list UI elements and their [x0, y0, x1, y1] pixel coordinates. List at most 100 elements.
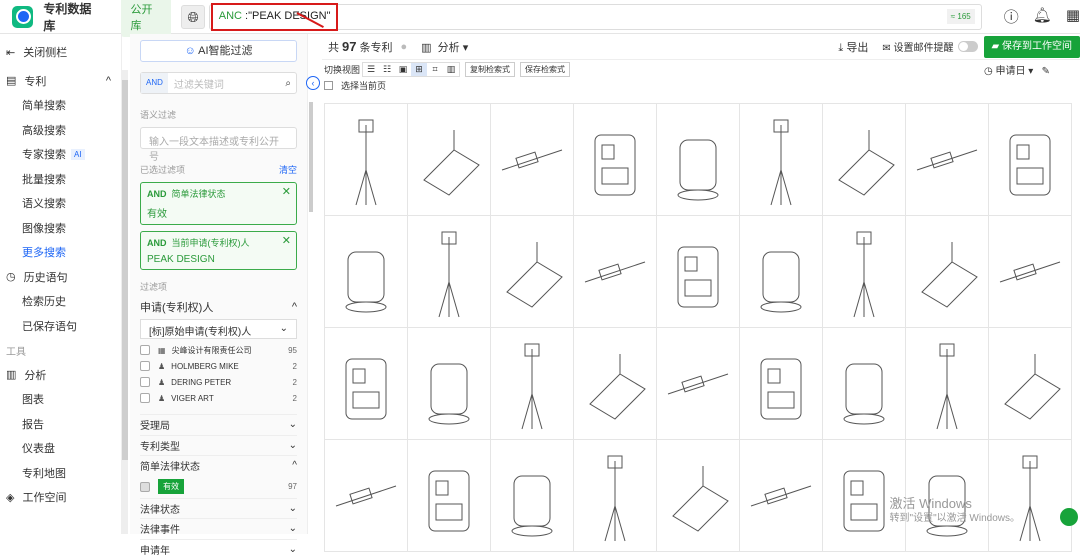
patent-drawing-thumbnail[interactable] — [823, 328, 906, 440]
applicant-type-select[interactable]: [标]原始申请(专利权)人⌄ — [140, 319, 297, 339]
and-toggle[interactable]: AND — [141, 73, 168, 93]
panel-scrollbar[interactable] — [309, 102, 313, 212]
patent-drawing-thumbnail[interactable] — [906, 104, 989, 216]
nav-search-history[interactable]: 检索历史 — [0, 289, 121, 314]
save-workspace-button[interactable]: ▰ 保存到工作空间 — [984, 36, 1080, 58]
collapse-panel-button[interactable]: ‹ — [306, 76, 320, 90]
apps-grid-icon[interactable]: ▦ — [1066, 6, 1080, 27]
applicant-section-header[interactable]: 申请(专利权)人^ — [140, 299, 297, 315]
patent-drawing-thumbnail[interactable] — [906, 328, 989, 440]
patent-drawing-thumbnail[interactable] — [574, 440, 657, 552]
nav-simple-search[interactable]: 简单搜索 — [0, 93, 121, 118]
patent-drawing-thumbnail[interactable] — [657, 440, 740, 552]
list-view-icon[interactable]: ☰ — [363, 63, 379, 76]
patent-drawing-thumbnail[interactable] — [408, 328, 491, 440]
patent-drawing-thumbnail[interactable] — [491, 104, 574, 216]
checkbox[interactable] — [140, 345, 150, 355]
patent-drawing-thumbnail[interactable] — [657, 216, 740, 328]
detail-view-icon[interactable]: ☷ — [379, 63, 395, 76]
patent-drawing-thumbnail[interactable] — [325, 440, 408, 552]
grid-view-icon[interactable]: ⊞ — [411, 63, 427, 76]
nav-expert-search[interactable]: 专家搜索AI — [0, 142, 121, 167]
save-query-button[interactable]: 保存检索式 — [520, 62, 570, 77]
patent-drawing-thumbnail[interactable] — [408, 216, 491, 328]
help-icon[interactable]: ⓘ — [1004, 6, 1019, 27]
patent-drawing-thumbnail[interactable] — [989, 216, 1072, 328]
patent-drawing-thumbnail[interactable] — [574, 216, 657, 328]
checkbox[interactable] — [324, 81, 333, 90]
nav-more-search[interactable]: 更多搜索 — [0, 240, 121, 265]
library-badge[interactable]: 公开库 — [121, 0, 171, 37]
search-icon[interactable]: ⌕ — [285, 78, 291, 89]
ai-filter-button[interactable]: ☺ AI智能过滤 — [140, 40, 297, 62]
checkbox[interactable] — [140, 361, 150, 371]
copy-query-button[interactable]: 复制检索式 — [465, 62, 515, 77]
nav-reports[interactable]: 报告 — [0, 412, 121, 437]
patent-drawing-thumbnail[interactable] — [906, 216, 989, 328]
nav-batch-search[interactable]: 批量搜索 — [0, 167, 121, 192]
filter-section-year[interactable]: 申请年⌄ — [140, 539, 297, 559]
search-input[interactable]: ANC :"PEAK DESIGN" ≈ 165 — [209, 4, 982, 30]
patent-drawing-thumbnail[interactable] — [325, 104, 408, 216]
patent-drawing-thumbnail[interactable] — [325, 216, 408, 328]
patent-drawing-thumbnail[interactable] — [989, 328, 1072, 440]
compare-view-icon[interactable]: ⌗ — [427, 63, 443, 76]
nav-patent[interactable]: ▤专利^ — [0, 69, 121, 94]
nav-analysis[interactable]: ▥分析 — [0, 363, 121, 388]
applicant-option[interactable]: ▦尖峰设计有限责任公司95 — [140, 342, 297, 358]
patent-drawing-thumbnail[interactable] — [823, 216, 906, 328]
export-button[interactable]: ⤓ 导出 — [838, 39, 868, 55]
applicant-option[interactable]: ♟DERING PETER2 — [140, 374, 297, 390]
nav-dashboard[interactable]: 仪表盘 — [0, 436, 121, 461]
patent-drawing-thumbnail[interactable] — [574, 328, 657, 440]
patent-drawing-thumbnail[interactable] — [989, 104, 1072, 216]
patent-drawing-thumbnail[interactable] — [740, 216, 823, 328]
patent-drawing-thumbnail[interactable] — [740, 328, 823, 440]
filter-section-type[interactable]: 专利类型⌄ — [140, 435, 297, 456]
analysis-dropdown[interactable]: ▥ 分析 ▾ — [421, 39, 468, 55]
patent-drawing-thumbnail[interactable] — [740, 440, 823, 552]
filter-section-legal-event[interactable]: 法律事件⌄ — [140, 518, 297, 539]
filter-section-office[interactable]: 受理局⌄ — [140, 414, 297, 435]
patent-drawing-thumbnail[interactable] — [657, 328, 740, 440]
checkbox[interactable] — [140, 377, 150, 387]
patent-drawing-thumbnail[interactable] — [574, 104, 657, 216]
nav-workspace[interactable]: ◈工作空间 — [0, 485, 121, 510]
patent-drawing-thumbnail[interactable] — [823, 104, 906, 216]
patent-drawing-thumbnail[interactable] — [491, 216, 574, 328]
chart-view-icon[interactable]: ▥ — [443, 63, 459, 76]
globe-icon[interactable]: 🌐︎ — [181, 5, 204, 29]
patent-drawing-thumbnail[interactable] — [408, 440, 491, 552]
chat-button[interactable] — [1060, 508, 1078, 526]
nav-semantic-search[interactable]: 语义搜索 — [0, 191, 121, 216]
clear-filters-link[interactable]: 清空 — [279, 163, 297, 176]
patent-drawing-thumbnail[interactable] — [740, 104, 823, 216]
checkbox[interactable] — [140, 482, 150, 492]
applicant-option[interactable]: ♟HOLMBERG MIKE2 — [140, 358, 297, 374]
nav-patent-map[interactable]: 专利地图 — [0, 461, 121, 486]
sort-dropdown[interactable]: ◷ 申请日 ▾ ✎ — [984, 62, 1050, 77]
patent-drawing-thumbnail[interactable] — [408, 104, 491, 216]
nav-image-search[interactable]: 图像搜索 — [0, 216, 121, 241]
nav-advanced-search[interactable]: 高级搜索 — [0, 118, 121, 143]
filter-section-legal-status[interactable]: 简单法律状态^ — [140, 455, 297, 476]
checkbox[interactable] — [140, 393, 150, 403]
nav-saved-queries[interactable]: 已保存语句 — [0, 314, 121, 339]
patent-drawing-thumbnail[interactable] — [491, 328, 574, 440]
nav-charts[interactable]: 图表 — [0, 387, 121, 412]
close-icon[interactable]: ✕ — [282, 234, 291, 247]
patent-drawing-thumbnail[interactable] — [657, 104, 740, 216]
filter-section-legal-state[interactable]: 法律状态⌄ — [140, 498, 297, 519]
applicant-option[interactable]: ♟VIGER ART2 — [140, 390, 297, 406]
select-page-checkbox[interactable]: 选择当前页 — [322, 78, 1080, 92]
patent-drawing-thumbnail[interactable] — [491, 440, 574, 552]
status-option[interactable]: 有效97 — [140, 476, 297, 498]
nav-history[interactable]: ◷历史语句 — [0, 265, 121, 290]
semantic-filter-input[interactable]: 输入一段文本描述或专利公开号 — [140, 127, 297, 149]
bell-icon[interactable]: 🔔︎ — [1033, 6, 1052, 27]
email-alert-toggle[interactable] — [958, 41, 978, 52]
image-view-icon[interactable]: ▣ — [395, 63, 411, 76]
close-icon[interactable]: ✕ — [282, 185, 291, 198]
pin-icon[interactable]: ✎ — [1042, 66, 1050, 77]
sidebar-scrollbar[interactable] — [122, 70, 128, 534]
